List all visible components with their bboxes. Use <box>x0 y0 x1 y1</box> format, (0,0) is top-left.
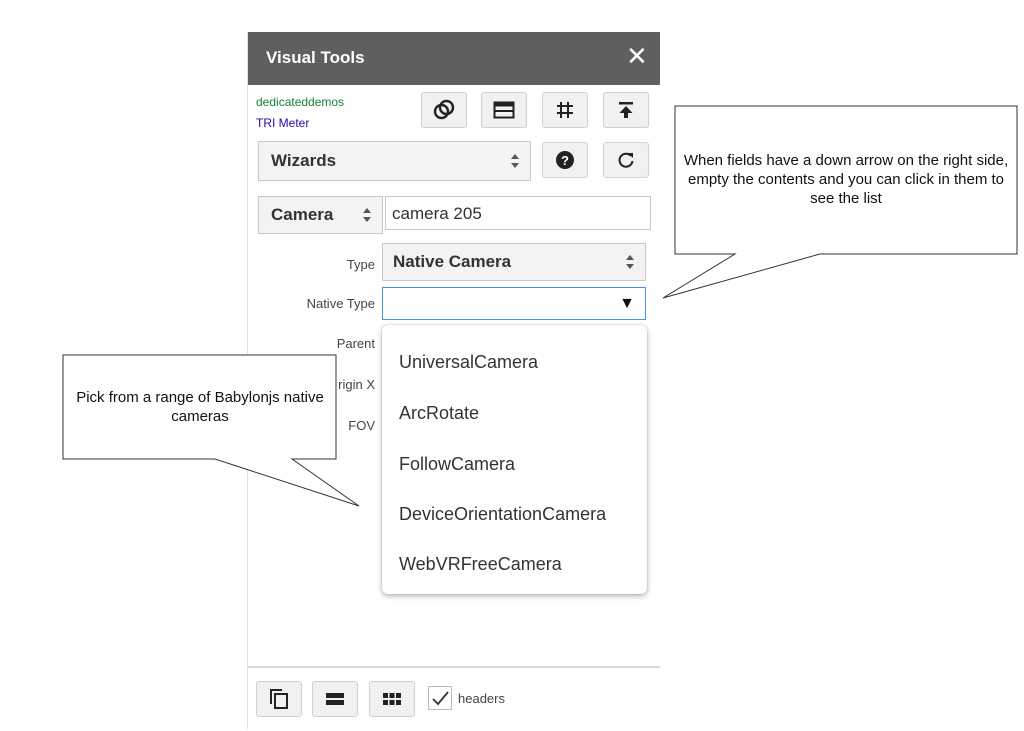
callout-left-text: Pick from a range of Babylonjs native ca… <box>76 389 324 425</box>
callout-left-shape <box>62 354 360 507</box>
